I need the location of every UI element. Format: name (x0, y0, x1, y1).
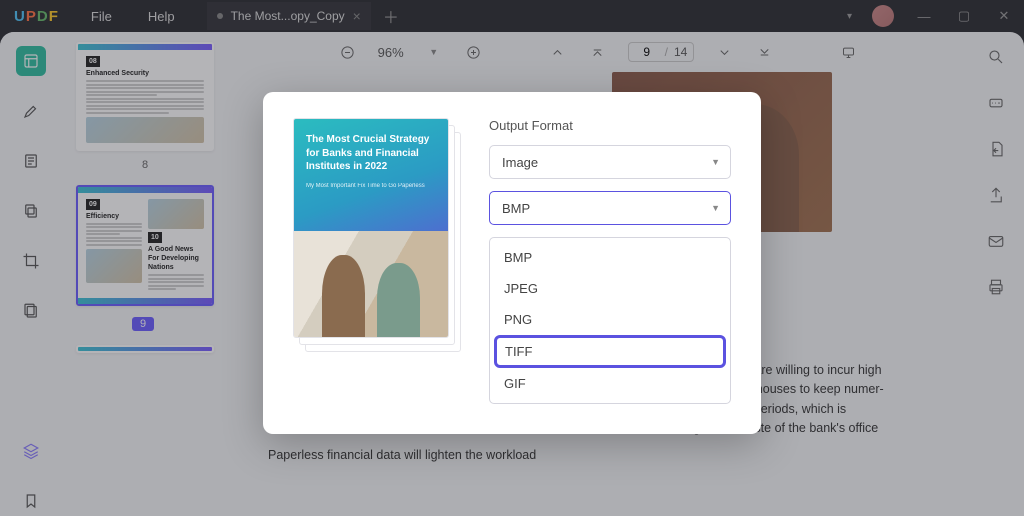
option-bmp[interactable]: BMP (494, 242, 726, 273)
option-jpeg[interactable]: JPEG (494, 273, 726, 304)
format-type-select[interactable]: BMP ▼ (489, 191, 731, 225)
caret-down-icon: ▼ (711, 157, 720, 167)
option-tiff[interactable]: TIFF (494, 335, 726, 368)
export-preview: The Most Crucial Strategy for Banks and … (293, 118, 461, 352)
export-dialog: The Most Crucial Strategy for Banks and … (263, 92, 761, 434)
select-value: Image (502, 155, 538, 170)
export-form: Output Format Image ▼ BMP ▼ BMP JPEG PNG… (489, 118, 731, 404)
option-png[interactable]: PNG (494, 304, 726, 335)
preview-title: The Most Crucial Strategy for Banks and … (306, 133, 436, 174)
modal-overlay: The Most Crucial Strategy for Banks and … (0, 0, 1024, 516)
caret-down-icon: ▼ (711, 203, 720, 213)
format-dropdown: BMP JPEG PNG TIFF GIF (489, 237, 731, 404)
output-format-label: Output Format (489, 118, 731, 133)
format-category-select[interactable]: Image ▼ (489, 145, 731, 179)
option-gif[interactable]: GIF (494, 368, 726, 399)
select-value: BMP (502, 201, 530, 216)
preview-subtitle: My Most Important Fix Time to Go Paperle… (306, 182, 436, 190)
